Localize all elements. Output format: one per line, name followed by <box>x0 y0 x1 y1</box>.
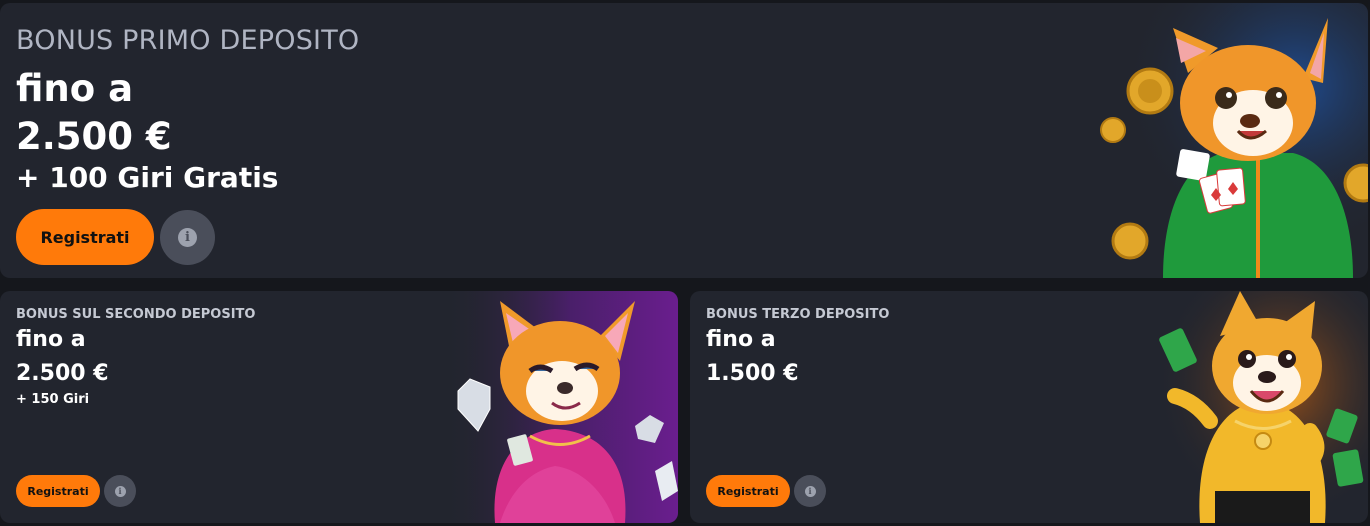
info-icon: i <box>114 485 126 497</box>
info-icon: i <box>804 485 816 497</box>
second-bonus-upto: fino a <box>16 327 86 352</box>
first-bonus-eyebrow: BONUS PRIMO DEPOSITO <box>16 25 360 56</box>
second-bonus-eyebrow: BONUS SUL SECONDO DEPOSITO <box>16 307 256 322</box>
third-register-button[interactable]: Registrati <box>706 475 790 507</box>
fox-mascot-pink-dress-diamonds-icon <box>440 291 678 523</box>
third-bonus-amount: 1.500 € <box>706 361 799 386</box>
second-deposit-bonus-card: BONUS SUL SECONDO DEPOSITO fino a 2.500 … <box>0 291 678 523</box>
third-bonus-eyebrow: BONUS TERZO DEPOSITO <box>706 307 890 322</box>
first-deposit-bonus-card: BONUS PRIMO DEPOSITO fino a 2.500 € + 10… <box>0 3 1368 278</box>
fox-mascot-green-hoodie-cards-icon <box>1078 3 1368 278</box>
info-icon: i <box>178 228 197 247</box>
bonus-page: BONUS PRIMO DEPOSITO fino a 2.500 € + 10… <box>0 0 1370 526</box>
first-info-button[interactable]: i <box>160 210 215 265</box>
second-bonus-spins: + 150 Giri <box>16 392 90 407</box>
first-bonus-amount: 2.500 € <box>16 115 172 158</box>
second-register-button[interactable]: Registrati <box>16 475 100 507</box>
second-bonus-amount: 2.500 € <box>16 361 109 386</box>
dog-mascot-yellow-shirt-cash-icon <box>1155 291 1368 523</box>
third-bonus-upto: fino a <box>706 327 776 352</box>
third-info-button[interactable]: i <box>794 475 826 507</box>
first-register-button[interactable]: Registrati <box>16 209 154 265</box>
first-bonus-upto: fino a <box>16 67 134 110</box>
second-info-button[interactable]: i <box>104 475 136 507</box>
first-bonus-spins: + 100 Giri Gratis <box>16 161 279 194</box>
third-deposit-bonus-card: BONUS TERZO DEPOSITO fino a 1.500 € Regi… <box>690 291 1368 523</box>
